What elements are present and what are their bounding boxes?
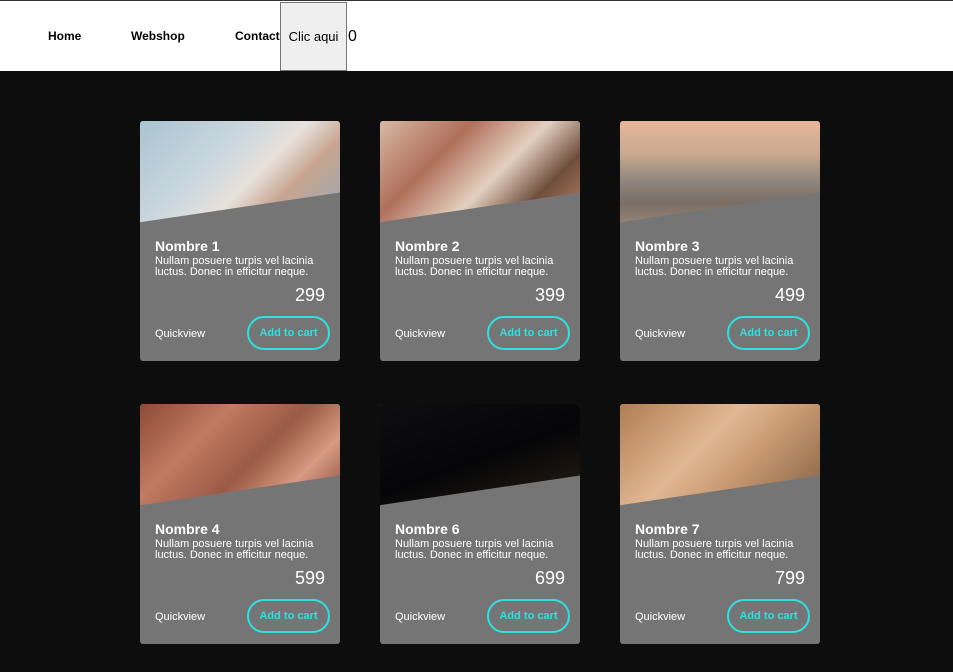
add-to-cart-button[interactable]: Add to cart [727,599,810,633]
click-here-button[interactable]: Clic aqui [280,2,347,71]
product-image [380,404,580,506]
product-description: Nullam posuere turpis vel lacinia luctus… [635,255,794,278]
product-card: Nombre 2 Nullam posuere turpis vel lacin… [380,121,580,361]
product-description: Nullam posuere turpis vel lacinia luctus… [395,255,554,278]
product-image [380,121,580,223]
product-card: Nombre 3 Nullam posuere turpis vel lacin… [620,121,820,361]
nav-contact-link[interactable]: Contact [235,29,280,43]
product-image [140,404,340,506]
product-image [140,121,340,223]
quickview-link[interactable]: Quickview [155,611,205,623]
product-name: Nombre 6 [395,521,460,537]
product-image [620,121,820,223]
nav-home-link[interactable]: Home [48,29,81,43]
add-to-cart-button[interactable]: Add to cart [247,316,330,350]
product-description: Nullam posuere turpis vel lacinia luctus… [635,538,794,561]
product-name: Nombre 3 [635,238,700,254]
quickview-link[interactable]: Quickview [635,611,685,623]
product-card: Nombre 1 Nullam posuere turpis vel lacin… [140,121,340,361]
top-nav-bar: Home Webshop Contact Clic aqui 0 [0,0,953,71]
quickview-link[interactable]: Quickview [155,328,205,340]
product-image [620,404,820,506]
quickview-link[interactable]: Quickview [395,611,445,623]
product-price: 299 [294,285,325,305]
add-to-cart-button[interactable]: Add to cart [487,599,570,633]
product-description: Nullam posuere turpis vel lacinia luctus… [395,538,554,561]
add-to-cart-button[interactable]: Add to cart [727,316,810,350]
product-price: 599 [294,568,325,588]
product-price: 499 [774,285,805,305]
product-price: 699 [534,568,565,588]
product-price: 399 [534,285,565,305]
product-price: 799 [774,568,805,588]
product-name: Nombre 2 [395,238,460,254]
product-name: Nombre 7 [635,521,700,537]
product-description: Nullam posuere turpis vel lacinia luctus… [155,538,314,561]
quickview-link[interactable]: Quickview [395,328,445,340]
cart-count: 0 [348,28,357,45]
product-name: Nombre 1 [155,238,220,254]
product-card: Nombre 6 Nullam posuere turpis vel lacin… [380,404,580,644]
add-to-cart-button[interactable]: Add to cart [487,316,570,350]
nav-webshop-link[interactable]: Webshop [131,29,185,43]
product-description: Nullam posuere turpis vel lacinia luctus… [155,255,314,278]
quickview-link[interactable]: Quickview [635,328,685,340]
product-card: Nombre 4 Nullam posuere turpis vel lacin… [140,404,340,644]
product-name: Nombre 4 [155,521,220,537]
add-to-cart-button[interactable]: Add to cart [247,599,330,633]
product-card: Nombre 7 Nullam posuere turpis vel lacin… [620,404,820,644]
